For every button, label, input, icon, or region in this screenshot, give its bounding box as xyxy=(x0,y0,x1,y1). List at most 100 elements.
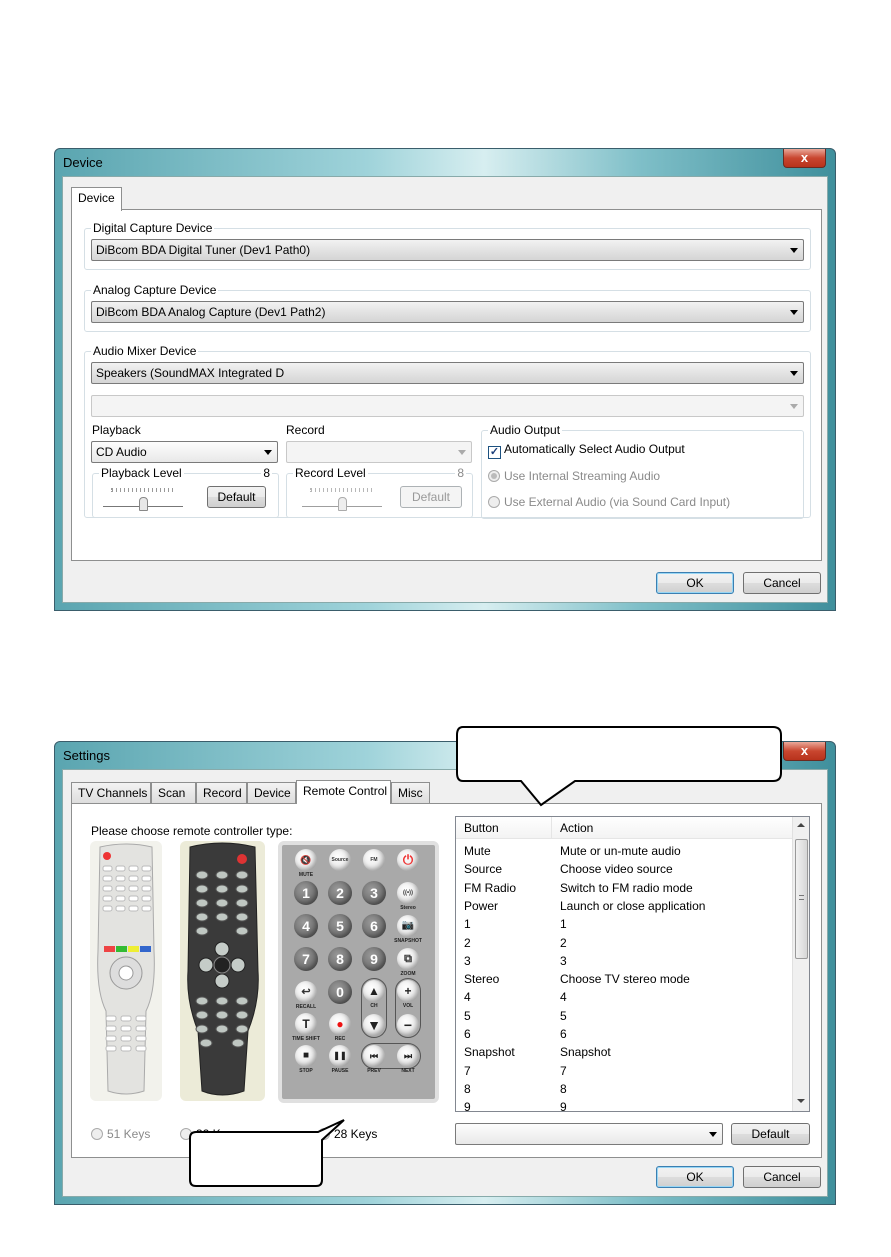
chevron-down-icon xyxy=(709,1132,717,1137)
tab-remote-control[interactable]: Remote Control xyxy=(296,780,391,804)
audio-mixer-line-combo[interactable] xyxy=(91,395,804,417)
cell-button: Stereo xyxy=(464,972,500,987)
column-header-action[interactable]: Action xyxy=(560,821,593,835)
remote-32-keys-image[interactable] xyxy=(180,841,265,1101)
cell-action: 9 xyxy=(560,1100,567,1112)
cell-button: 1 xyxy=(464,917,471,932)
next-key[interactable]: ⏭ xyxy=(397,1045,419,1067)
close-button[interactable]: x xyxy=(783,149,826,168)
tab-device[interactable]: Device xyxy=(71,187,122,211)
default-button[interactable]: Default xyxy=(731,1123,810,1145)
rec-key[interactable]: ● xyxy=(329,1013,351,1035)
cell-action: 2 xyxy=(560,935,567,950)
chevron-down-icon xyxy=(790,371,798,376)
scroll-up-icon[interactable] xyxy=(797,823,805,827)
digit-key-8[interactable]: 8 xyxy=(328,947,352,971)
cell-action: 4 xyxy=(560,990,567,1005)
tab-device[interactable]: Device xyxy=(247,782,296,804)
tab-record[interactable]: Record xyxy=(196,782,247,804)
key-label: Stereo xyxy=(400,905,416,911)
tab-scan[interactable]: Scan xyxy=(151,782,196,804)
combo-value: CD Audio xyxy=(96,445,147,459)
cell-action: 3 xyxy=(560,953,567,968)
list-scrollbar[interactable] xyxy=(792,817,809,1111)
auto-select-checkbox[interactable]: ✓ Automatically Select Audio Output xyxy=(488,442,685,459)
mute-key[interactable]: 🔇 xyxy=(295,849,317,871)
cell-button: 6 xyxy=(464,1027,471,1041)
analog-capture-group: Analog Capture Device DiBcom BDA Analog … xyxy=(84,283,811,332)
tab-tv-channels[interactable]: TV Channels xyxy=(71,782,151,804)
time-shift-key[interactable]: T xyxy=(295,1013,317,1035)
fm-radio-key[interactable]: FM xyxy=(363,849,385,871)
cell-action: Snapshot xyxy=(560,1045,611,1060)
digit-key-7[interactable]: 7 xyxy=(294,947,318,971)
dialog-client: Device Digital Capture Device DiBcom BDA… xyxy=(62,176,828,603)
key-label: REC xyxy=(334,1036,346,1042)
power-key[interactable]: ⏻ xyxy=(397,849,419,871)
ok-button[interactable]: OK xyxy=(656,1166,734,1188)
chevron-down-icon xyxy=(790,248,798,253)
radio-label: Use External Audio (via Sound Card Input… xyxy=(504,495,731,509)
external-audio-radio[interactable]: Use External Audio (via Sound Card Input… xyxy=(488,495,730,509)
tab-panel: Please choose remote controller type: 🔇 … xyxy=(71,803,822,1158)
checkmark-icon: ✓ xyxy=(488,446,501,459)
cell-button: 3 xyxy=(464,953,471,968)
action-combo[interactable] xyxy=(455,1123,723,1145)
internal-audio-radio[interactable]: Use Internal Streaming Audio xyxy=(488,469,660,483)
record-default-button[interactable]: Default xyxy=(400,486,462,508)
playback-level-group: Playback Level 8 Default xyxy=(92,466,279,518)
vol-down-key[interactable]: − xyxy=(397,1014,419,1036)
radio-51-keys[interactable]: 51 Keys xyxy=(91,1127,150,1141)
group-label: Digital Capture Device xyxy=(91,221,215,235)
recall-key[interactable]: ↩ xyxy=(295,981,317,1003)
playback-label: Playback xyxy=(92,423,141,437)
cell-action: Choose TV stereo mode xyxy=(560,972,690,987)
group-label: Analog Capture Device xyxy=(91,283,219,297)
cancel-button[interactable]: Cancel xyxy=(743,1166,821,1188)
snapshot-key[interactable]: 📷 xyxy=(397,915,419,937)
ch-down-key[interactable]: ▼ xyxy=(363,1014,385,1036)
close-button[interactable]: x xyxy=(783,742,826,761)
tab-misc[interactable]: Misc xyxy=(391,782,430,804)
slider-thumb[interactable] xyxy=(338,497,347,511)
digit-key-6[interactable]: 6 xyxy=(362,914,386,938)
ch-up-key[interactable]: ▲ xyxy=(363,980,385,1002)
digit-key-1[interactable]: 1 xyxy=(294,881,318,905)
digit-key-0[interactable]: 0 xyxy=(328,980,352,1004)
pause-key[interactable]: ❚❚ xyxy=(329,1045,351,1067)
digital-capture-combo[interactable]: DiBcom BDA Digital Tuner (Dev1 Path0) xyxy=(91,239,804,261)
digit-key-2[interactable]: 2 xyxy=(328,881,352,905)
source-key[interactable]: Source xyxy=(329,849,351,871)
audio-mixer-combo[interactable]: Speakers (SoundMAX Integrated D xyxy=(91,362,804,384)
button-action-list[interactable]: Button Action Mute Mute or un-mute audio S… xyxy=(455,816,810,1112)
scroll-down-icon[interactable] xyxy=(797,1099,805,1103)
record-level-slider[interactable] xyxy=(302,484,382,514)
stereo-key[interactable]: ((•)) xyxy=(397,882,419,904)
cell-action: 8 xyxy=(560,1081,567,1096)
column-header-button[interactable]: Button xyxy=(464,821,499,835)
vol-up-key[interactable]: + xyxy=(397,980,419,1002)
remote-28-keys-image[interactable]: 🔇 Source FM ⏻ MUTE 1 2 3 4 5 6 7 8 9 ((•)) Stereo 📷 SNAPS… xyxy=(278,841,439,1103)
zoom-key[interactable]: ⧉ xyxy=(397,948,419,970)
cell-button: 5 xyxy=(464,1008,471,1023)
digit-key-4[interactable]: 4 xyxy=(294,914,318,938)
slider-thumb[interactable] xyxy=(139,497,148,511)
digit-key-3[interactable]: 3 xyxy=(362,881,386,905)
remote-51-keys-image[interactable] xyxy=(90,841,162,1101)
playback-combo[interactable]: CD Audio xyxy=(91,441,278,463)
window-title: Device xyxy=(63,155,103,170)
radio-label: Use Internal Streaming Audio xyxy=(504,469,661,483)
digit-key-9[interactable]: 9 xyxy=(362,947,386,971)
analog-capture-combo[interactable]: DiBcom BDA Analog Capture (Dev1 Path2) xyxy=(91,301,804,323)
digit-key-5[interactable]: 5 xyxy=(328,914,352,938)
playback-default-button[interactable]: Default xyxy=(207,486,266,508)
playback-level-slider[interactable] xyxy=(103,484,183,514)
cancel-button[interactable]: Cancel xyxy=(743,572,821,594)
record-combo[interactable] xyxy=(286,441,472,463)
prev-key[interactable]: ⏮ xyxy=(363,1045,385,1067)
radio-icon xyxy=(91,1128,103,1140)
ok-button[interactable]: OK xyxy=(656,572,734,594)
cell-action: 6 xyxy=(560,1027,567,1041)
scrollbar-thumb[interactable] xyxy=(795,839,808,959)
stop-key[interactable]: ■ xyxy=(295,1045,317,1067)
